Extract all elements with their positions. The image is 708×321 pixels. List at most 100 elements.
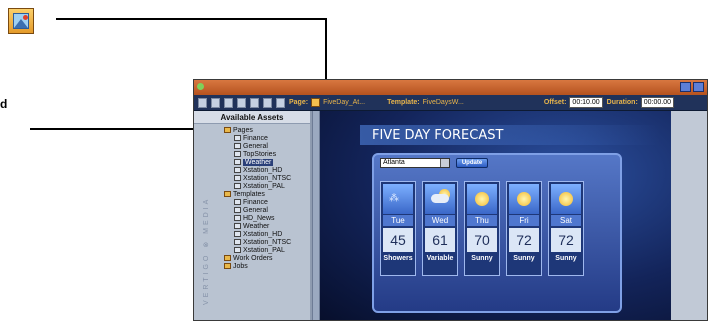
title-bar [194, 80, 707, 95]
day-name: Tue [383, 215, 413, 226]
search-icon[interactable] [250, 97, 259, 108]
city-dropdown[interactable]: Atlanta [380, 158, 450, 168]
callout-line [325, 18, 327, 88]
page-icon [234, 215, 241, 222]
page-icon [234, 223, 241, 230]
graphic-preview: FIVE DAY FORECAST Atlanta Update ⁂ Tue 45 S… [320, 111, 671, 320]
tree-item[interactable]: Xstation_NTSC [224, 175, 291, 183]
tree-folder[interactable]: Pages [224, 127, 291, 135]
tree-item[interactable]: TopStories [224, 151, 291, 159]
toolbar: Page: FiveDay_At... Template: FiveDaysW.… [194, 95, 707, 111]
folder-icon [224, 191, 231, 198]
tree-item[interactable]: Finance [224, 135, 291, 143]
callout-line [56, 18, 327, 20]
page-icon[interactable] [311, 98, 321, 107]
day-temp: 45 [383, 228, 413, 252]
folder-icon [224, 127, 231, 134]
day-condition: Variable [426, 255, 454, 262]
day-name: Sat [551, 215, 581, 226]
minimize-button[interactable] [680, 82, 691, 92]
tree-folder[interactable]: Templates [224, 191, 291, 199]
chevron-down-icon[interactable] [440, 159, 449, 167]
tree-label: Xstation_HD [243, 231, 283, 238]
right-panel [671, 111, 707, 320]
day-temp: 72 [551, 228, 581, 252]
copy-icon[interactable] [224, 97, 233, 108]
tree-label: Xstation_PAL [243, 183, 285, 190]
maximize-button[interactable] [693, 82, 704, 92]
tree-label: General [243, 143, 268, 150]
duration-field[interactable]: 00:00.00 [640, 97, 675, 108]
day-name: Thu [467, 215, 497, 226]
tree-item[interactable]: General [224, 143, 291, 151]
folder-icon [224, 263, 231, 270]
new-icon[interactable] [198, 97, 207, 108]
tree-item[interactable]: Weather [224, 159, 291, 167]
grid-icon[interactable] [237, 97, 246, 108]
tree-item[interactable]: Xstation_PAL [224, 183, 291, 191]
page-icon [234, 151, 241, 158]
page-icon [234, 183, 241, 190]
tree-label: Weather [243, 223, 270, 230]
sun-icon [509, 184, 539, 214]
day-condition: Sunny [555, 255, 577, 262]
offset-label: Offset: [543, 99, 567, 106]
tree-item[interactable]: Xstation_HD [224, 231, 291, 239]
brand-watermark: VERTIGO ⊗ MEDIA [203, 196, 210, 305]
forecast-day-card: Thu 70 Sunny [464, 181, 500, 276]
rain-icon: ⁂ [383, 184, 413, 214]
duration-label: Duration: [606, 99, 638, 106]
page-asset-icon [8, 8, 34, 34]
tree-label: Xstation_NTSC [243, 175, 292, 182]
tree-label: TopStories [243, 151, 277, 158]
day-name: Fri [509, 215, 539, 226]
tree-folder[interactable]: Jobs [224, 263, 291, 271]
assets-sidebar: Available Assets VERTIGO ⊗ MEDIA Pages Fi… [194, 111, 312, 320]
tree-label: HD_News [243, 215, 275, 222]
forecast-panel: Atlanta Update ⁂ Tue 45 Showers Wed 61 Variabl… [372, 153, 622, 313]
page-icon [234, 247, 241, 254]
sun-icon [551, 184, 581, 214]
tree-item[interactable]: HD_News [224, 215, 291, 223]
tree-item[interactable]: General [224, 207, 291, 215]
tree-label: Finance [243, 135, 268, 142]
figure: d Page: FiveDay_At... Template: FiveDays… [0, 0, 708, 321]
page-icon [234, 135, 241, 142]
template-label: Template: [387, 99, 420, 106]
tree-item[interactable]: Xstation_NTSC [224, 239, 291, 247]
app-window: Page: FiveDay_At... Template: FiveDaysW.… [193, 79, 708, 321]
asset-tree: Pages Finance General TopStories Weather Xsta… [224, 127, 291, 271]
page-icon [234, 231, 241, 238]
day-temp: 72 [509, 228, 539, 252]
page-label: Page: [289, 99, 309, 106]
tree-label: Xstation_NTSC [243, 239, 292, 246]
tree-folder[interactable]: Work Orders [224, 255, 291, 263]
sun-icon [467, 184, 497, 214]
page-value[interactable]: FiveDay_At... [323, 99, 365, 106]
offset-field[interactable]: 00:10.00 [569, 97, 603, 108]
sidebar-title: Available Assets [194, 111, 310, 124]
tree-item[interactable]: Xstation_PAL [224, 247, 291, 255]
template-value[interactable]: FiveDaysW... [423, 99, 464, 106]
preview-icon[interactable] [263, 97, 272, 108]
tree-label: Templates [233, 191, 265, 198]
app-icon [197, 83, 204, 90]
forecast-day-card: Wed 61 Variable [422, 181, 458, 276]
page-icon [234, 167, 241, 174]
tree-item[interactable]: Finance [224, 199, 291, 207]
tree-item[interactable]: Weather [224, 223, 291, 231]
callout-label: d [0, 97, 8, 111]
save-icon[interactable] [211, 97, 220, 108]
day-temp: 70 [467, 228, 497, 252]
forecast-day-card: Fri 72 Sunny [506, 181, 542, 276]
tree-label: Xstation_HD [243, 167, 283, 174]
stop-icon[interactable] [276, 97, 285, 108]
page-icon [234, 159, 241, 166]
callout-line [30, 128, 220, 130]
tree-item[interactable]: Xstation_HD [224, 167, 291, 175]
tree-label: Jobs [233, 263, 248, 270]
page-icon [234, 207, 241, 214]
tree-label: General [243, 207, 268, 214]
update-button[interactable]: Update [456, 158, 488, 168]
splitter-handle[interactable] [312, 111, 320, 320]
